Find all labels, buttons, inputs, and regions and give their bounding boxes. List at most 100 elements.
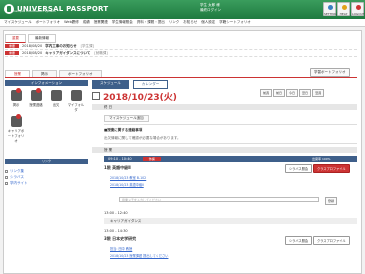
info-icons: 掲示 授業連絡 出欠 マイフォルダ キャリアポートフォリオ <box>5 86 88 147</box>
logout-button[interactable]: LOGOUT <box>351 2 365 16</box>
tab-class[interactable]: 授業 <box>5 70 30 77</box>
last-login: 最終ログイン <box>200 8 221 12</box>
course-3-teacher: 担当: 田中 教授 <box>110 247 133 251</box>
calendar-icon[interactable] <box>92 92 100 100</box>
help-icon <box>342 5 347 10</box>
course-1-info: 2018/10/23 英語中級Ⅱ <box>110 183 144 187</box>
course-1-room: 2018/10/23 教室 B-102 <box>110 176 147 180</box>
important-badge: 重要 <box>5 44 20 48</box>
notice-row[interactable]: 重要 2018/08/20 学内工事のお知らせ [学生課] <box>5 43 357 50</box>
attendance-rate: 出席率 100% <box>312 157 331 161</box>
next-day-button[interactable]: 翌日 <box>299 89 312 97</box>
notice-title[interactable]: 学内工事のお知らせ <box>45 44 76 49</box>
important-badge: 重要 <box>5 51 20 55</box>
header-bar: UNIVERSAL PASSPORT Campus Information Sy… <box>0 0 365 19</box>
next-week-button[interactable]: 翌週 <box>312 89 325 97</box>
menu-item-student-info[interactable]: 学生情報照会 <box>112 20 133 25</box>
syllabus-button[interactable]: シラバス照会 <box>285 236 313 245</box>
folder-icon <box>70 90 82 101</box>
notice-title[interactable]: キャリアガイダンスについて <box>45 51 90 56</box>
current-date: 2018/10/23(火) <box>103 93 177 103</box>
slot-2-time: 13:00 - 12:40 <box>104 211 128 215</box>
menu-item-class[interactable]: 授業関連 <box>94 20 108 25</box>
setting-button[interactable]: SETTING <box>323 2 337 16</box>
prev-day-button[interactable]: 前日 <box>273 89 286 97</box>
menu-item-schedule[interactable]: マイスケジュール <box>4 20 32 25</box>
tab-latest[interactable]: 最新情報 <box>28 34 56 43</box>
bulletin-icon <box>10 88 22 101</box>
memo-register-button[interactable]: 登録 <box>325 197 338 205</box>
app-window: UNIVERSAL PASSPORT Campus Information Sy… <box>0 0 365 274</box>
logo-subtitle: Campus Information System <box>13 9 56 13</box>
course-1-title[interactable]: 1限 英語中級Ⅱ <box>104 165 131 171</box>
schedule-tabs: スケジュール カレンダー <box>92 80 169 89</box>
main-menu: マイスケジュール ポートフォリオ Web履修 成績 授業関連 学生情報照会 資料… <box>0 19 365 27</box>
class-profile-button[interactable]: クラスプロファイル <box>313 164 350 173</box>
logout-icon <box>356 5 361 10</box>
header-buttons: SETTING HELP LOGOUT <box>323 2 365 16</box>
notice-source: [就職課] <box>94 50 108 55</box>
date-navigation: 前週 前日 今日 翌日 翌週 <box>260 89 325 97</box>
link-icon <box>5 169 8 173</box>
tab-important[interactable]: 重要 <box>5 34 26 43</box>
menu-item-materials[interactable]: 資料・課題・提出 <box>137 20 165 25</box>
link-list: リンク集 シラバス 学内サイト <box>5 168 28 186</box>
syllabus-button[interactable]: シラバス照会 <box>285 164 313 173</box>
notice-row[interactable]: 重要 2018/08/20 キャリアガイダンスについて [就職課] <box>5 50 357 57</box>
info-sidebar-footer: リンク <box>5 159 88 164</box>
alert-dot <box>15 88 21 93</box>
alert-dot <box>15 114 21 119</box>
user-info: 学生 太郎 様 最終ログイン <box>200 3 221 13</box>
notice-date: 2018/08/20 <box>22 51 43 55</box>
tab-portfolio[interactable]: ポートフォリオ <box>59 70 102 77</box>
content-tabs: 授業 掲示 ポートフォリオ <box>5 70 357 78</box>
notice-tabs: 重要 最新情報 <box>5 34 56 43</box>
add-my-schedule-button[interactable]: マイスケジュール追加 <box>104 115 149 122</box>
menu-item-student-portfolio[interactable]: 学籍シートフォリオ <box>219 20 251 25</box>
class-notice-shortcut[interactable]: 授業連絡 <box>27 88 45 112</box>
divider <box>104 124 357 125</box>
gear-icon <box>328 5 333 10</box>
link-icon <box>5 175 8 179</box>
menu-item-notices[interactable]: お知らせ <box>183 20 197 25</box>
link-icon <box>5 181 8 185</box>
tab-schedule[interactable]: スケジュール <box>92 80 129 89</box>
slot-3-time: 13:00 - 14:30 <box>104 229 128 233</box>
divider <box>104 143 357 144</box>
link-item[interactable]: 学内サイト <box>5 180 28 186</box>
career-icon <box>10 114 22 127</box>
notice-list: 重要 2018/08/20 学内工事のお知らせ [学生課] 重要 2018/08… <box>5 43 357 57</box>
attendance-icon <box>50 90 62 101</box>
tab-calendar[interactable]: カレンダー <box>132 80 169 89</box>
learning-portfolio-button[interactable]: 学習ポートフォリオ <box>310 68 350 77</box>
menu-item-grades[interactable]: 成績 <box>83 20 90 25</box>
folder-shortcut[interactable]: マイフォルダ <box>67 90 85 112</box>
career-shortcut[interactable]: キャリアポートフォリオ <box>7 114 25 143</box>
help-button[interactable]: HELP <box>337 2 350 16</box>
prev-week-button[interactable]: 前週 <box>260 89 273 97</box>
alert-dot <box>35 88 41 93</box>
class-memo-input[interactable]: 授業メモを入力してください <box>119 197 319 202</box>
class-profile-button[interactable]: クラスプロファイル <box>313 236 350 245</box>
cancel-tag: 休講 <box>142 157 161 161</box>
class-notice-icon <box>30 88 42 101</box>
notice-date: 2018/08/20 <box>22 44 43 48</box>
course-3-info: 2018/10/23 授業課題 提出してください <box>110 254 169 258</box>
class-notice-title: ■授業に関する連絡事項 <box>104 128 143 132</box>
menu-item-portfolio[interactable]: ポートフォリオ <box>36 20 61 25</box>
info-sidebar: インフォメーション 掲示 授業連絡 出欠 マイフォルダ キャリアポートフォリオ <box>5 80 88 168</box>
attendance-shortcut[interactable]: 出欠 <box>47 90 65 112</box>
notice-source: [学生課] <box>80 43 94 48</box>
allday-section-header: 終 日 <box>92 104 357 110</box>
bulletin-shortcut[interactable]: 掲示 <box>7 88 25 112</box>
career-guidance-row[interactable]: キャリアガイダンス <box>104 218 357 224</box>
menu-item-registration[interactable]: Web履修 <box>64 20 79 25</box>
menu-item-settings[interactable]: 個人設定 <box>201 20 215 25</box>
tab-bulletin[interactable]: 掲示 <box>32 70 57 77</box>
class-notice-text[interactable]: 出欠情報に関して確認が必要な場合があります。 <box>104 136 181 141</box>
today-button[interactable]: 今日 <box>286 89 299 97</box>
menu-item-links[interactable]: リンク <box>169 20 180 25</box>
course-3-title[interactable]: 3限 日本史学研究 <box>104 236 136 242</box>
slot-1-bar: 09:10 - 10:40 休講 出席率 100% <box>104 156 357 162</box>
class-section-header: 授 業 <box>92 147 357 153</box>
